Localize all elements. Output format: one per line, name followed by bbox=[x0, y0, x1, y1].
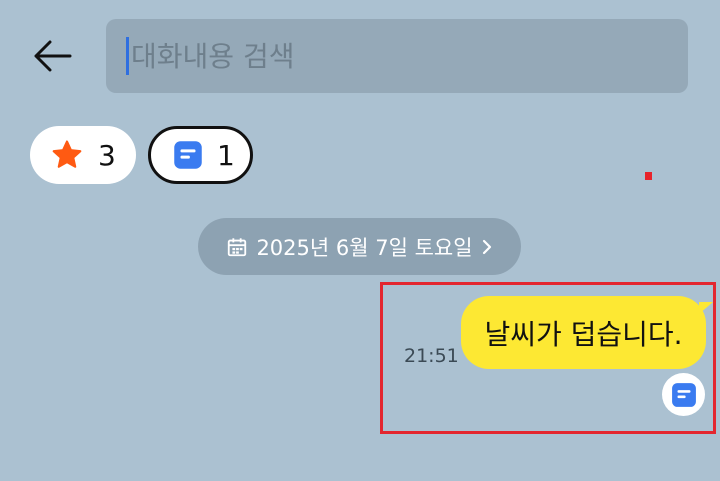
date-divider-button[interactable]: 2025년 6월 7일 토요일 bbox=[198, 218, 521, 275]
red-marker bbox=[645, 172, 652, 180]
text-cursor bbox=[126, 37, 129, 75]
message-time: 21:51 bbox=[404, 345, 459, 367]
message-text: 날씨가 덥습니다. bbox=[484, 317, 683, 351]
message-note-badge[interactable] bbox=[662, 373, 705, 416]
back-arrow-icon bbox=[34, 40, 72, 72]
search-input[interactable] bbox=[131, 39, 651, 73]
message-bubble[interactable]: 날씨가 덥습니다. bbox=[461, 296, 713, 369]
note-filter-chip[interactable]: 1 bbox=[148, 126, 253, 184]
search-bar[interactable] bbox=[106, 19, 688, 93]
back-button[interactable] bbox=[28, 34, 76, 78]
note-icon bbox=[174, 141, 202, 169]
star-filter-chip[interactable]: 3 bbox=[30, 126, 136, 184]
chevron-right-icon bbox=[481, 238, 493, 256]
note-count: 1 bbox=[217, 138, 235, 172]
star-count: 3 bbox=[98, 138, 116, 172]
note-icon bbox=[671, 382, 696, 407]
star-icon bbox=[52, 140, 82, 168]
calendar-icon bbox=[226, 236, 248, 258]
date-label: 2025년 6월 7일 토요일 bbox=[256, 235, 473, 260]
